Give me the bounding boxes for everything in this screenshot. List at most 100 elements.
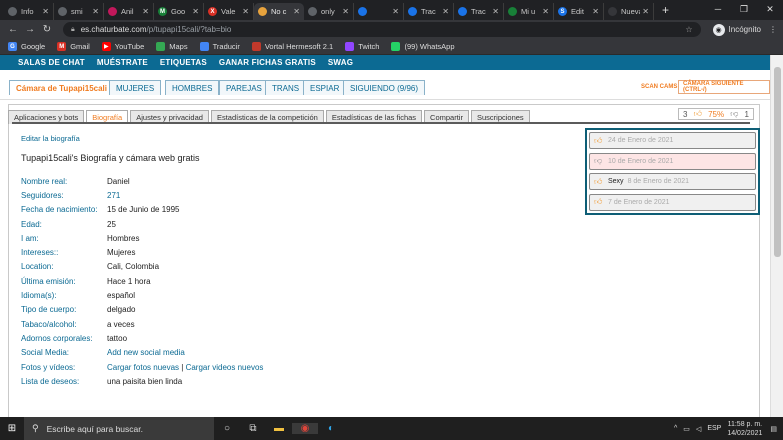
tab-espiar[interactable]: ESPIAR bbox=[303, 80, 347, 95]
close-window-icon[interactable]: ✕ bbox=[757, 0, 783, 20]
bookmark-item[interactable]: Vortal Hermesoft 2.1 bbox=[251, 42, 333, 51]
tab-my-cam[interactable]: Cámara de Tupapi15cali bbox=[9, 80, 114, 95]
profile-value[interactable]: 271 bbox=[107, 191, 120, 200]
nav-etiquetas[interactable]: ETIQUETAS bbox=[160, 58, 207, 67]
browser-tab[interactable]: only ✕ bbox=[304, 3, 354, 20]
profile-label: Tipo de cuerpo: bbox=[21, 305, 77, 315]
profile-row: Nombre real: Daniel bbox=[21, 174, 263, 188]
browser-tab-strip: Info ✕ smi ✕ Anil ✕ M Goo ✕ X Vale ✕ No c ✕ only ✕ ✕ Trac… bbox=[0, 0, 783, 20]
tab-close-icon[interactable]: ✕ bbox=[342, 7, 349, 16]
profile-value: 15 de Junio de 1995 bbox=[107, 205, 180, 215]
thumbs-up-icon: 👍︎ bbox=[594, 197, 603, 206]
profile-value: una paisita bien linda bbox=[107, 376, 183, 386]
clock[interactable]: 11:58 p. m. 14/02/2021 bbox=[727, 420, 762, 438]
tab-close-icon[interactable]: ✕ bbox=[293, 7, 300, 16]
volume-icon[interactable]: ◁ bbox=[696, 425, 701, 433]
restore-icon[interactable]: ❐ bbox=[731, 0, 757, 20]
bookmark-item[interactable]: G Google bbox=[8, 42, 45, 51]
tab-close-icon[interactable]: ✕ bbox=[392, 7, 399, 16]
profile-value[interactable]: Cargar fotos nuevas bbox=[107, 363, 179, 372]
tab-close-icon[interactable]: ✕ bbox=[592, 7, 599, 16]
browser-tab[interactable]: Info ✕ bbox=[4, 3, 54, 20]
cortana-icon[interactable]: ○ bbox=[214, 423, 240, 434]
browser-tab[interactable]: Trac ✕ bbox=[454, 3, 504, 20]
page-scrollbar[interactable] bbox=[770, 55, 783, 417]
browser-tab[interactable]: Trac ✕ bbox=[404, 3, 454, 20]
bookmark-item[interactable]: Traducir bbox=[199, 42, 240, 51]
tab-close-icon[interactable]: ✕ bbox=[492, 7, 499, 16]
browser-tab[interactable]: Anil ✕ bbox=[104, 3, 154, 20]
browser-tab[interactable]: smi ✕ bbox=[54, 3, 104, 20]
browser-tab[interactable]: S Edit ✕ bbox=[554, 3, 604, 20]
bookmark-star-icon[interactable]: ☆ bbox=[685, 25, 692, 34]
menu-icon[interactable]: ⋮ bbox=[769, 25, 777, 34]
scrollbar-thumb[interactable] bbox=[774, 67, 781, 257]
gmail-icon: M bbox=[57, 42, 67, 51]
thumbs-up-icon: 👍︎ bbox=[594, 176, 603, 186]
bookmark-item[interactable]: M Gmail bbox=[57, 42, 90, 51]
tab-parejas[interactable]: PAREJAS bbox=[219, 80, 269, 95]
chrome-icon[interactable]: ◉ bbox=[292, 423, 318, 434]
room-tabs-bar: Cámara de Tupapi15cali MUJERES HOMBRES P… bbox=[0, 70, 770, 100]
file-explorer-icon[interactable]: ▬ bbox=[266, 423, 292, 434]
tab-hombres[interactable]: HOMBRES bbox=[165, 80, 220, 95]
tab-close-icon[interactable]: ✕ bbox=[542, 7, 549, 16]
nav-swag[interactable]: SWAG bbox=[328, 58, 353, 67]
nav-salas-de-chat[interactable]: SALAS DE CHAT bbox=[18, 58, 85, 67]
task-view-icon[interactable]: ⧉ bbox=[240, 423, 266, 434]
profile-row: Última emisión: Hace 1 hora bbox=[21, 274, 263, 288]
language-indicator[interactable]: ESP bbox=[707, 425, 721, 432]
tab-siguiendo[interactable]: SIGUIENDO (9/96) bbox=[343, 80, 426, 95]
incognito-indicator[interactable]: ◉ Incógnito ⋮ bbox=[712, 23, 777, 36]
browser-tab[interactable]: No c ✕ bbox=[254, 3, 304, 20]
reload-icon[interactable]: ↻ bbox=[40, 24, 54, 35]
tray-up-icon[interactable]: ^ bbox=[674, 425, 677, 432]
edge-icon[interactable]: ◐ bbox=[318, 423, 344, 434]
address-bar[interactable]: 🔒︎ es.chaturbate.com/p/tupapi15cali/?tab… bbox=[63, 22, 701, 37]
bio-title: Tupapi15cali's Biografía y cámara web gr… bbox=[21, 153, 200, 163]
bookmark-item[interactable]: Maps bbox=[156, 42, 188, 51]
tab-label: Nueva p bbox=[621, 7, 640, 16]
tab-close-icon[interactable]: ✕ bbox=[242, 7, 249, 16]
satisfaction-rating: 3 👍︎ 75% 👎︎ 1 bbox=[678, 108, 754, 120]
tab-close-icon[interactable]: ✕ bbox=[192, 7, 199, 16]
bookmark-item[interactable]: Twitch bbox=[345, 42, 379, 51]
taskbar-search[interactable]: ⚲ Escribe aquí para buscar. bbox=[24, 417, 214, 440]
forward-icon[interactable]: → bbox=[23, 24, 37, 35]
notifications-icon[interactable]: ▤ bbox=[770, 425, 777, 433]
browser-tab[interactable]: M Goo ✕ bbox=[154, 3, 204, 20]
nav-muestrate[interactable]: MUÉSTRATE bbox=[97, 58, 148, 67]
profile-label: Intereses:: bbox=[21, 248, 59, 258]
browser-tab[interactable]: X Vale ✕ bbox=[204, 3, 254, 20]
tab-close-icon[interactable]: ✕ bbox=[92, 7, 99, 16]
url-path: /p/tupapi15cali/?tab=bio bbox=[146, 25, 232, 34]
lock-icon: 🔒︎ bbox=[71, 25, 75, 33]
tab-favicon-icon: X bbox=[208, 7, 217, 16]
nav-ganar-fichas[interactable]: GANAR FICHAS GRATIS bbox=[219, 58, 316, 67]
profile-label: Edad: bbox=[21, 219, 42, 229]
back-icon[interactable]: ← bbox=[6, 24, 20, 35]
browser-tab[interactable]: Mi u ✕ bbox=[504, 3, 554, 20]
bookmark-item[interactable]: (99) WhatsApp bbox=[391, 42, 455, 51]
new-tab-button[interactable]: + bbox=[662, 3, 669, 17]
bookmark-item[interactable]: ▶ YouTube bbox=[101, 42, 144, 51]
edit-bio-link[interactable]: Editar la biografía bbox=[21, 134, 80, 143]
tab-label: Vale bbox=[221, 7, 236, 16]
tab-close-icon[interactable]: ✕ bbox=[642, 7, 649, 16]
browser-tab[interactable]: Nueva p✕ bbox=[604, 3, 654, 20]
profile-label: I am: bbox=[21, 233, 39, 243]
network-icon[interactable]: ▭ bbox=[683, 425, 690, 433]
profile-value-secondary[interactable]: Cargar videos nuevos bbox=[186, 363, 264, 372]
scan-cams-link[interactable]: SCAN CAMS bbox=[641, 84, 677, 90]
tab-trans[interactable]: TRANS bbox=[265, 80, 307, 95]
profile-row: Tipo de cuerpo: delgado bbox=[21, 303, 263, 317]
windows-start-icon[interactable]: ⊞ bbox=[0, 423, 24, 434]
profile-value[interactable]: Add new social media bbox=[107, 348, 185, 357]
tab-close-icon[interactable]: ✕ bbox=[442, 7, 449, 16]
browser-tab[interactable]: ✕ bbox=[354, 3, 404, 20]
minimize-icon[interactable]: ─ bbox=[705, 0, 731, 20]
next-cam-button[interactable]: CÁMARA SIGUIENTE (CTRL-/) bbox=[678, 80, 770, 94]
tab-close-icon[interactable]: ✕ bbox=[42, 7, 49, 16]
tab-close-icon[interactable]: ✕ bbox=[142, 7, 149, 16]
tab-mujeres[interactable]: MUJERES bbox=[109, 80, 162, 95]
